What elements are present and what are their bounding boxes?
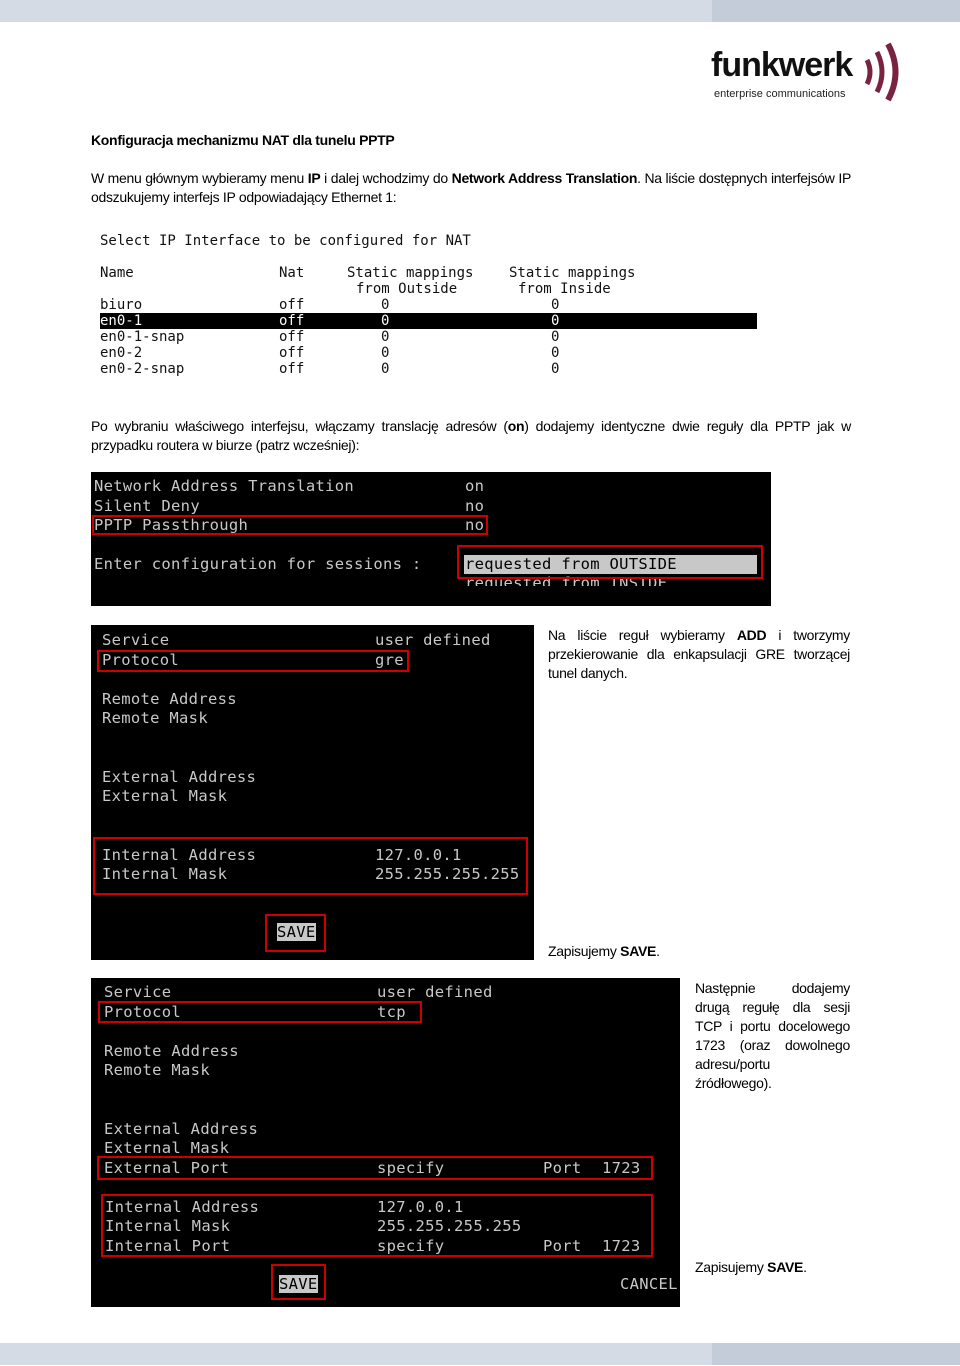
interface-row[interactable]: en0-2 <box>100 345 142 361</box>
highlight-box <box>98 1001 422 1023</box>
cancel-button[interactable]: CANCEL <box>620 1275 678 1293</box>
highlight-box <box>93 837 528 895</box>
save-note-2: Zapisujemy SAVE. <box>695 1259 807 1275</box>
external-address-label: External Address <box>102 768 257 786</box>
nat-settings-terminal: Network Address Translation on Silent De… <box>91 472 771 606</box>
footer-bar <box>0 1343 960 1365</box>
service-value[interactable]: user defined <box>377 983 493 1001</box>
external-address-label: External Address <box>104 1120 259 1138</box>
external-mask-label: External Mask <box>102 787 228 805</box>
highlight-box <box>271 1264 326 1300</box>
table-cell: off <box>279 297 305 313</box>
gre-rule-description: Na liście reguł wybieramy ADD i tworzymy… <box>548 627 850 681</box>
tcp-rule-terminal: Service user defined Protocol tcp Remote… <box>91 978 680 1307</box>
col-header: from Inside <box>518 281 611 297</box>
interface-row[interactable]: en0-1-snap <box>100 329 184 345</box>
table-cell: off <box>279 361 305 377</box>
service-label: Service <box>104 983 172 1001</box>
signal-waves-icon <box>864 42 899 102</box>
table-cell: 0 <box>551 297 560 313</box>
table-title: Select IP Interface to be configured for… <box>100 233 471 249</box>
highlight-box <box>265 914 326 952</box>
document-page: funkwerk enterprise communications Konfi… <box>0 0 960 1366</box>
logo-tagline: enterprise communications <box>714 88 846 100</box>
highlight-box <box>457 545 763 579</box>
table-cell: 0 <box>381 329 390 345</box>
table-cell: 0 <box>381 361 390 377</box>
funkwerk-logo: funkwerk enterprise communications <box>711 40 901 104</box>
remote-mask-label: Remote Mask <box>102 709 208 727</box>
selected-row-highlight <box>100 313 757 329</box>
logo-name: funkwerk <box>711 46 853 84</box>
nat-value[interactable]: on <box>465 477 484 495</box>
col-header: Static mappings <box>509 265 636 281</box>
remote-address-label: Remote Address <box>104 1042 239 1060</box>
remote-mask-label: Remote Mask <box>104 1061 210 1079</box>
highlight-box <box>97 650 409 672</box>
col-header: from Outside <box>356 281 458 297</box>
intro-paragraph: W menu głównym wybieramy menu IP i dalej… <box>91 170 851 205</box>
table-cell: 0 <box>551 345 560 361</box>
table-cell: off <box>279 313 305 329</box>
interface-row[interactable]: en0-1 <box>100 313 142 329</box>
nat-label: Network Address Translation <box>94 477 355 495</box>
service-value[interactable]: user defined <box>375 631 491 649</box>
section-heading: Konfiguracja mechanizmu NAT dla tunelu P… <box>91 132 395 148</box>
sessions-label: Enter configuration for sessions : <box>94 555 422 573</box>
highlight-box <box>92 515 488 535</box>
interface-row[interactable]: en0-2-snap <box>100 361 184 377</box>
highlight-box <box>101 1194 653 1257</box>
save-note-1: Zapisujemy SAVE. <box>548 943 660 959</box>
table-cell: 0 <box>381 313 390 329</box>
table-cell: 0 <box>551 313 560 329</box>
table-cell: off <box>279 345 305 361</box>
table-cell: off <box>279 329 305 345</box>
table-cell: 0 <box>551 329 560 345</box>
external-mask-label: External Mask <box>104 1139 230 1157</box>
service-label: Service <box>102 631 170 649</box>
col-header: Name <box>100 265 134 281</box>
col-header: Nat <box>279 265 305 281</box>
table-cell: 0 <box>381 345 390 361</box>
header-bar <box>0 0 960 22</box>
table-cell: 0 <box>551 361 560 377</box>
remote-address-label: Remote Address <box>102 690 237 708</box>
col-header: Static mappings <box>347 265 474 281</box>
table-cell: 0 <box>381 297 390 313</box>
paragraph-2: Po wybraniu właściwego interfejsu, włącz… <box>91 418 851 453</box>
silent-deny-value[interactable]: no <box>465 497 484 515</box>
interface-row[interactable]: biuro <box>100 297 142 313</box>
tcp-rule-description: Następnie dodajemy drugą regułę dla sesj… <box>695 980 850 1091</box>
silent-deny-label: Silent Deny <box>94 497 200 515</box>
gre-rule-terminal: Service user defined Protocol gre Remote… <box>91 625 534 960</box>
highlight-box <box>97 1156 653 1180</box>
